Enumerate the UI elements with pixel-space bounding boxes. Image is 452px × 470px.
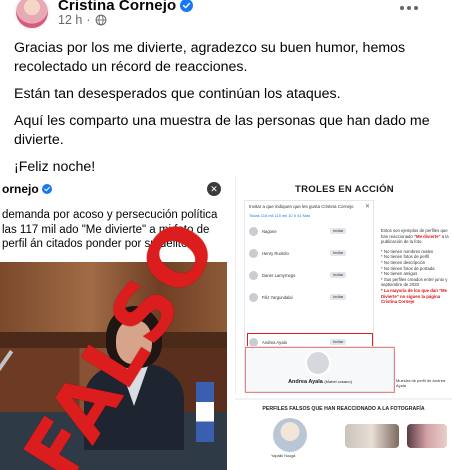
post-time[interactable]: 12 h [58, 13, 82, 27]
close-icon: ✕ [207, 182, 221, 196]
profile-sample: Andrea Ayala (Mabel cosano) [244, 346, 395, 393]
post-paragraph: Aquí les comparto una muestra de las per… [14, 113, 430, 148]
fake-profiles-title: PERFILES FALSOS QUE HAN REACCIONADO A LA… [262, 406, 425, 412]
infographic-title: TROLES EN ACCIÓN [295, 184, 394, 195]
meta-separator: · [86, 13, 91, 27]
media-image-right-bottom[interactable]: PERFILES FALSOS QUE HAN REACCIONADO A LA… [235, 398, 452, 470]
media-image-right-top[interactable]: TROLES EN ACCIÓN Invitar a que indiquen … [235, 176, 452, 394]
post-header: Cristina Cornejo 12 h · [0, 0, 452, 34]
media-image-left[interactable]: ornejo ✕ demanda por acoso y persecución… [0, 176, 227, 470]
more-options-icon[interactable] [400, 4, 420, 12]
reaction-row: Daner Lamyrnegs Invitar [249, 267, 371, 283]
author-row: Cristina Cornejo [58, 0, 194, 14]
avatar [345, 424, 399, 448]
post-paragraph: Están tan desesperados que continúan los… [14, 86, 341, 102]
reactions-panel-title: Invitar a que indiquen que les gusta Cri… [249, 204, 354, 209]
reaction-row: Nagone Invitar [249, 223, 371, 239]
reaction-tabs: Todas 116 mil 115 mil 10 5 41 Más [249, 213, 311, 218]
post-paragraph: ¡Feliz noche! [14, 159, 96, 175]
media-divider [227, 176, 235, 470]
screenshot-author: ornejo [2, 182, 52, 196]
profile-sample-name: Andrea Ayala (Mabel cosano) [288, 379, 352, 385]
verified-badge-icon [41, 184, 52, 194]
avatar [249, 292, 258, 302]
avatar [305, 350, 331, 376]
author-name[interactable]: Cristina Cornejo [58, 0, 176, 14]
post-meta: 12 h · [58, 13, 107, 27]
infographic-note: Estos son ejemplos de perfiles que han r… [381, 228, 449, 305]
author-avatar[interactable] [14, 0, 50, 30]
post-text: Gracias por los me divierte, agradezco s… [14, 39, 434, 185]
avatar [407, 424, 447, 448]
avatar [249, 248, 258, 258]
avatar [249, 226, 258, 236]
profile-caption: Muestra de perfil de Andrea Ayala [396, 378, 446, 388]
avatar [273, 418, 307, 452]
post-paragraph: Gracias por los me divierte, agradezco s… [14, 40, 406, 75]
close-icon: ✕ [364, 204, 370, 210]
avatar [249, 270, 258, 280]
reaction-row: Filiz Yargundalai Invitar [249, 289, 371, 305]
thumbnail-caption: Yapalki Nouga [271, 454, 296, 458]
verified-badge-icon [180, 0, 194, 12]
post-media-grid: ornejo ✕ demanda por acoso y persecución… [0, 176, 452, 470]
screenshot-author-name: ornejo [2, 182, 39, 196]
globe-icon[interactable] [95, 14, 107, 26]
fake-profile-thumbnails: Yapalki Nouga [249, 418, 449, 468]
reaction-row: Henry Ruotolo Invitar [249, 245, 371, 261]
